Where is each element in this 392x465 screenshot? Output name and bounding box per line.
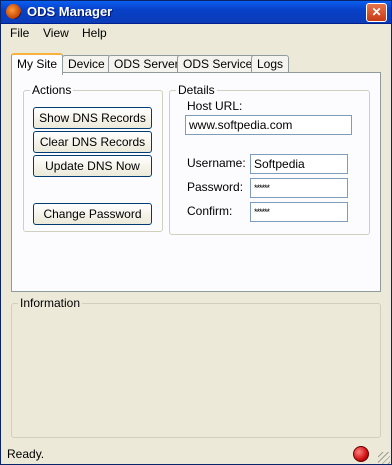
close-button[interactable]: ✕ xyxy=(366,3,387,22)
actions-group-label: Actions xyxy=(30,83,74,97)
app-window: ODS Manager ✕ File View Help My Site Dev… xyxy=(0,0,392,465)
host-url-field[interactable]: www.softpedia.com xyxy=(185,115,352,135)
tab-ods-service[interactable]: ODS Service xyxy=(177,55,259,73)
update-dns-now-button[interactable]: Update DNS Now xyxy=(33,155,152,177)
information-group-label: Information xyxy=(18,296,83,310)
tab-device[interactable]: Device xyxy=(62,55,111,73)
tab-my-site[interactable]: My Site xyxy=(11,53,64,75)
password-label: Password: xyxy=(187,180,244,194)
details-group-label: Details xyxy=(176,83,217,97)
tab-ods-server[interactable]: ODS Server xyxy=(108,55,185,73)
information-group: Information xyxy=(11,296,381,438)
my-site-panel: Actions Show DNS Records Clear DNS Recor… xyxy=(11,72,381,292)
username-field[interactable]: Softpedia xyxy=(250,154,348,174)
actions-group: Actions Show DNS Records Clear DNS Recor… xyxy=(23,83,163,232)
change-password-button[interactable]: Change Password xyxy=(33,203,152,225)
details-group: Details Host URL: www.softpedia.com User… xyxy=(169,83,370,235)
confirm-password-field[interactable]: ****** xyxy=(250,202,348,222)
app-logo-icon xyxy=(6,4,21,19)
username-label: Username: xyxy=(187,156,246,170)
menu-help[interactable]: Help xyxy=(82,26,107,40)
status-bar: Ready. xyxy=(1,443,391,465)
resize-grip-icon[interactable] xyxy=(378,452,390,464)
tab-logs[interactable]: Logs xyxy=(251,55,290,73)
clear-dns-records-button[interactable]: Clear DNS Records xyxy=(33,131,152,153)
title-bar[interactable]: ODS Manager ✕ xyxy=(1,1,391,24)
menu-view[interactable]: View xyxy=(43,26,69,40)
confirm-label: Confirm: xyxy=(187,204,233,218)
password-field[interactable]: ****** xyxy=(250,178,348,198)
status-indicator-icon xyxy=(353,446,369,462)
menu-bar: File View Help xyxy=(1,24,391,42)
status-text: Ready. xyxy=(7,447,45,461)
show-dns-records-button[interactable]: Show DNS Records xyxy=(33,107,152,129)
host-url-label: Host URL: xyxy=(187,99,243,113)
window-title: ODS Manager xyxy=(27,4,113,19)
menu-file[interactable]: File xyxy=(10,26,29,40)
